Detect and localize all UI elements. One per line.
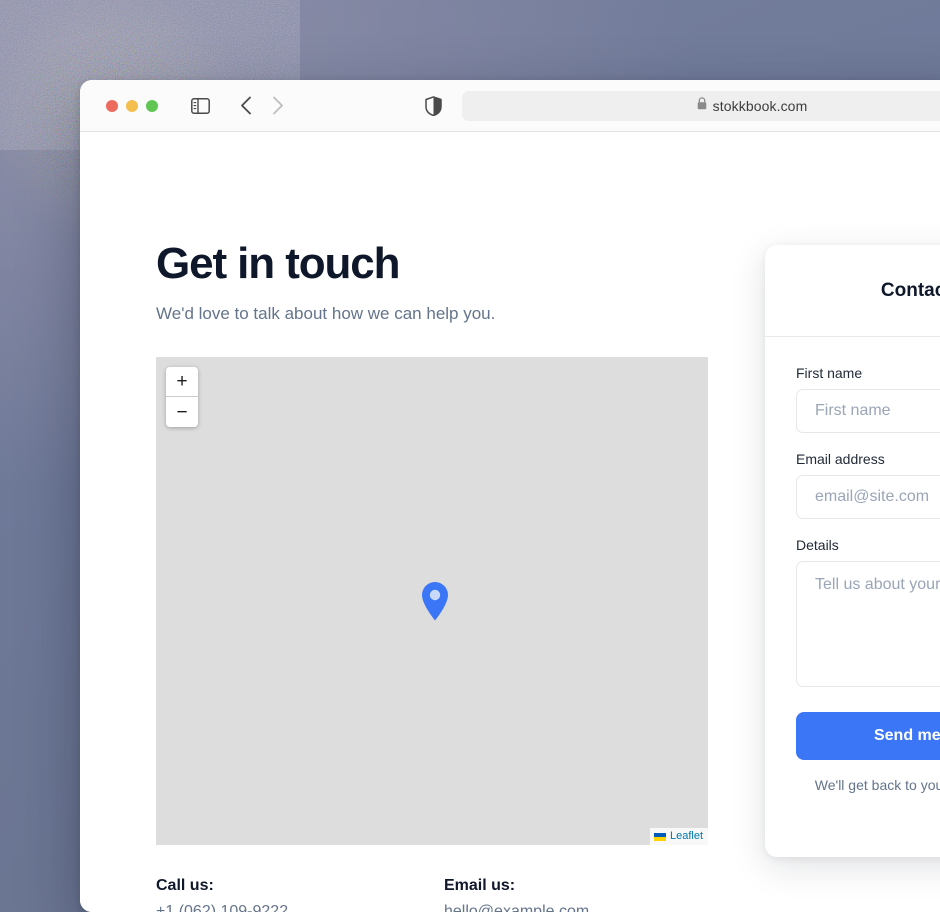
phone-number-value[interactable]: +1 (062) 109-9222 (156, 899, 288, 912)
first-name-label: First name (796, 365, 863, 381)
email-address-label: Email address (796, 451, 885, 467)
email-address-input[interactable] (796, 475, 940, 519)
window-traffic-lights (106, 99, 158, 112)
leaflet-link[interactable]: Leaflet (670, 829, 703, 844)
details-textarea[interactable] (796, 561, 940, 687)
send-message-button[interactable]: Send message (796, 712, 940, 760)
call-us-label: Call us: (156, 877, 214, 894)
browser-toolbar: stokkbook.com (80, 80, 940, 132)
leaflet-attribution: Leaflet (649, 828, 708, 845)
close-window-button[interactable] (106, 99, 118, 112)
page-subtitle: We'd love to talk about how we can help … (156, 304, 496, 323)
contact-form-header: Contact us (765, 245, 940, 337)
details-field-group: Details (796, 537, 940, 692)
privacy-shield-icon[interactable] (425, 95, 442, 116)
address-bar[interactable]: stokkbook.com (462, 91, 940, 121)
contact-email-block: Email us: hello@example.com (444, 874, 589, 912)
map-zoom-controls: + − (166, 367, 198, 427)
contact-form-card: Contact us First name Email address Deta… (765, 245, 940, 857)
sidebar-toggle-icon[interactable] (191, 97, 210, 114)
first-name-input[interactable] (796, 389, 940, 433)
email-address-value[interactable]: hello@example.com (444, 899, 589, 912)
browser-window: stokkbook.com Get in touch We'd love to … (80, 80, 940, 912)
page-content: Get in touch We'd love to talk about how… (80, 132, 940, 912)
lock-icon (697, 97, 707, 115)
details-label: Details (796, 537, 839, 553)
email-field-group: Email address (796, 451, 940, 519)
address-bar-url: stokkbook.com (712, 98, 808, 114)
maximize-window-button[interactable] (146, 99, 158, 112)
map-panel[interactable]: + − Leaflet (156, 357, 708, 845)
chevron-left-icon[interactable] (240, 96, 252, 115)
first-name-field-group: First name (796, 365, 940, 433)
map-zoom-in-button[interactable]: + (166, 367, 198, 397)
contact-form-body: First name Email address Details Send me… (765, 337, 940, 793)
form-footnote: We'll get back to you within 24 hours. (814, 777, 940, 793)
map-zoom-out-button[interactable]: − (166, 397, 198, 427)
minimize-window-button[interactable] (126, 99, 138, 112)
chevron-right-icon[interactable] (272, 96, 284, 115)
contact-form-title: Contact us (880, 279, 940, 301)
contact-call-block: Call us: +1 (062) 109-9222 (156, 874, 288, 912)
map-pin-icon[interactable] (421, 581, 449, 621)
page-title: Get in touch (156, 239, 401, 288)
email-us-label: Email us: (444, 877, 516, 894)
ukraine-flag-icon (653, 832, 666, 841)
